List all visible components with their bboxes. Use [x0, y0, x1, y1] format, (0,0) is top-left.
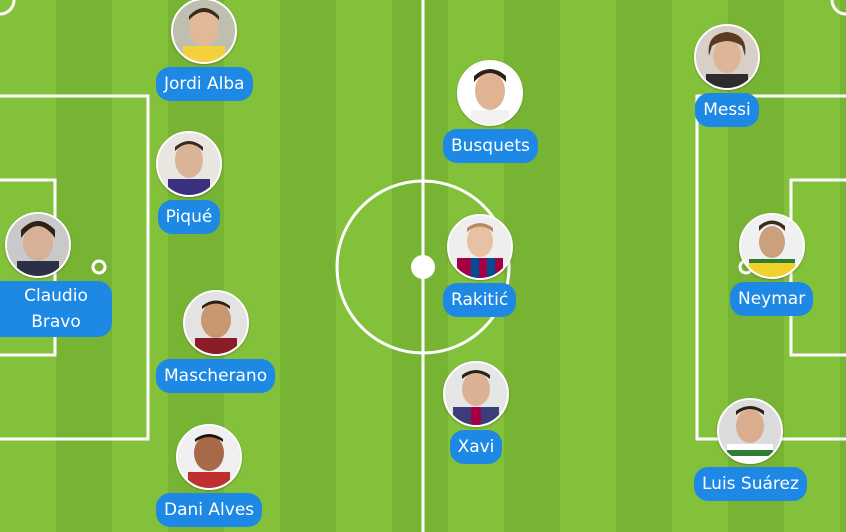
player-photo [156, 131, 222, 197]
player-photo [446, 214, 513, 280]
player-photo [717, 398, 784, 464]
player-name: Rakitić [443, 283, 517, 317]
player-photo [176, 424, 243, 490]
player-messi[interactable]: Messi [694, 24, 760, 127]
football-pitch: Jordi Alba Piqué Claudio Bravo Mascheran… [0, 0, 846, 532]
player-name: Messi [695, 93, 759, 127]
player-jordi-alba[interactable]: Jordi Alba [156, 0, 253, 101]
player-dani-alves[interactable]: Dani Alves [156, 424, 263, 527]
center-spot [411, 255, 435, 279]
player-name: Busquets [443, 129, 538, 163]
player-photo [694, 24, 760, 90]
player-xavi[interactable]: Xavi [443, 361, 509, 464]
player-luis-suarez[interactable]: Luis Suárez [694, 398, 807, 501]
player-name: Dani Alves [156, 493, 263, 527]
player-name: Claudio Bravo [0, 281, 112, 337]
player-name: Jordi Alba [156, 67, 253, 101]
corner-arc-top-right [830, 0, 846, 16]
player-photo [171, 0, 238, 64]
player-name: Xavi [449, 430, 503, 464]
player-photo [443, 361, 509, 427]
player-photo [738, 213, 805, 279]
player-name: Luis Suárez [694, 467, 807, 501]
corner-arc-top-left [0, 0, 16, 16]
player-photo [5, 212, 71, 278]
player-photo [457, 60, 524, 126]
player-busquets[interactable]: Busquets [443, 60, 538, 163]
player-neymar[interactable]: Neymar [730, 213, 814, 316]
player-name: Mascherano [156, 359, 276, 393]
player-name: Neymar [730, 282, 814, 316]
player-pique[interactable]: Piqué [156, 131, 222, 234]
player-claudio-bravo[interactable]: Claudio Bravo [0, 212, 112, 337]
player-mascherano[interactable]: Mascherano [156, 290, 276, 393]
player-rakitic[interactable]: Rakitić [443, 214, 517, 317]
player-photo [182, 290, 249, 356]
player-name: Piqué [157, 200, 221, 234]
